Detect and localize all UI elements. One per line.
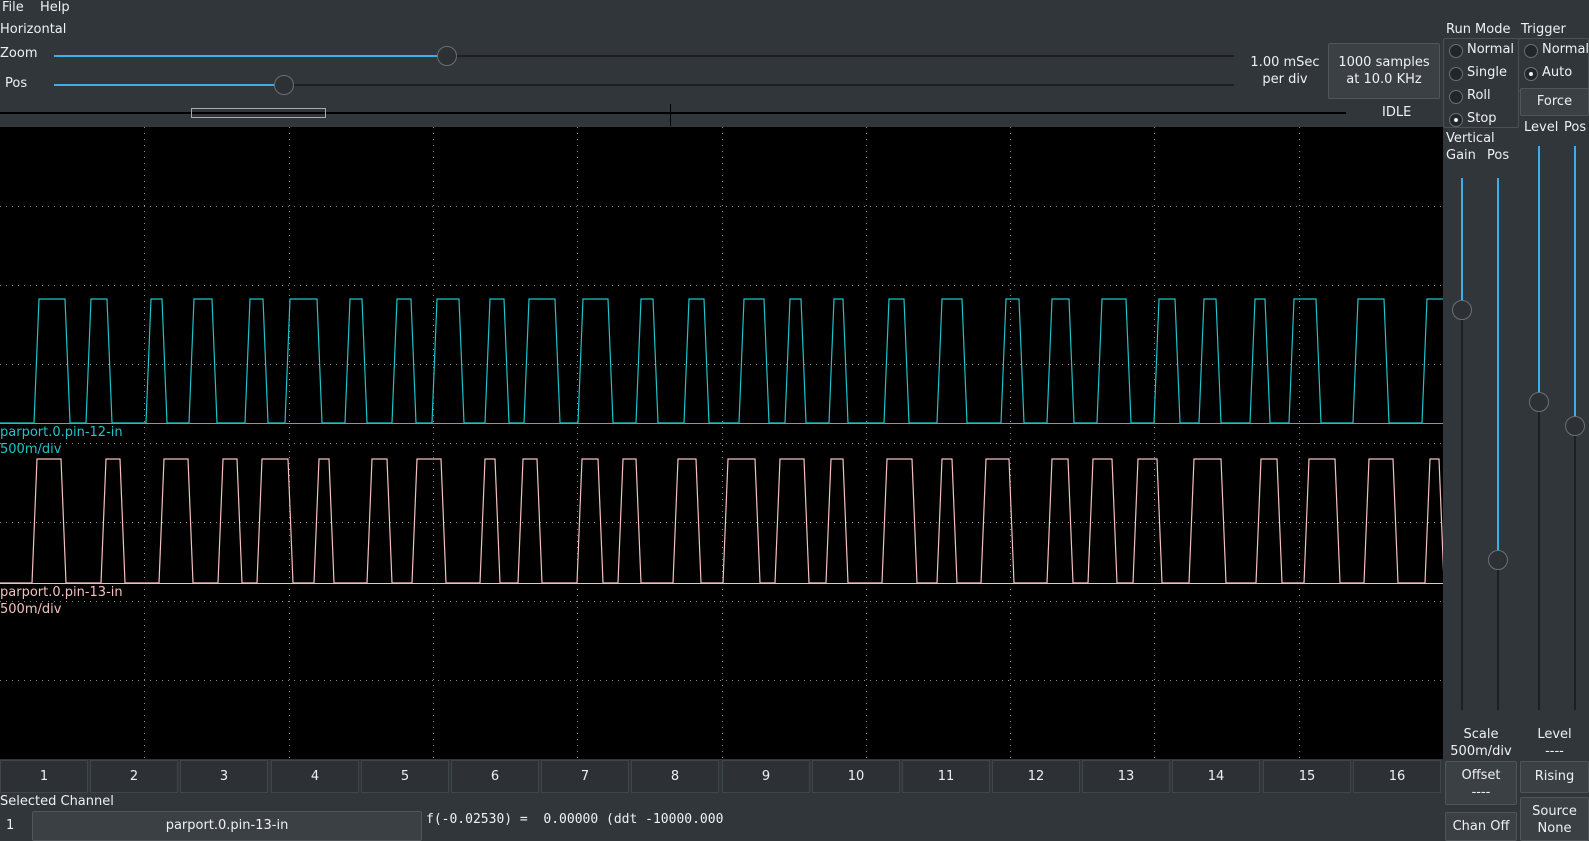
channel-button-14[interactable]: 14 (1172, 760, 1260, 793)
menu-help[interactable]: Help (40, 0, 70, 15)
trigger-pos-label: Pos (1564, 120, 1587, 135)
channel-button-4[interactable]: 4 (271, 760, 359, 793)
trace-scale-pin12: 500m/div (0, 442, 62, 457)
scope-traces (0, 127, 1443, 759)
menu-bar: File Help (0, 0, 1589, 18)
horizontal-title: Horizontal (0, 22, 67, 37)
radio-trigger-auto[interactable] (1524, 67, 1538, 81)
selected-channel-name-button[interactable]: parport.0.pin-13-in (32, 811, 422, 841)
radio-trigger-auto-label[interactable]: Auto (1542, 65, 1572, 80)
selected-channel-number: 1 (6, 818, 15, 833)
trigger-level-label: Level (1524, 120, 1559, 135)
channel-button-5[interactable]: 5 (361, 760, 449, 793)
selected-channel-title: Selected Channel (0, 794, 114, 809)
pos-label: Pos (5, 76, 28, 91)
zoom-label: Zoom (0, 46, 38, 61)
vertical-gain-label: Gain (1446, 148, 1476, 163)
radio-run-stop[interactable] (1449, 113, 1463, 127)
force-trigger-button[interactable]: Force (1520, 88, 1589, 116)
menu-file[interactable]: File (2, 0, 24, 15)
radio-trigger-normal-label[interactable]: Normal (1542, 42, 1589, 57)
zoom-slider[interactable] (54, 46, 1234, 66)
pos-slider-handle[interactable] (274, 75, 294, 95)
trace-pin12 (0, 298, 1443, 424)
vertical-gain-handle[interactable] (1452, 300, 1472, 320)
channel-button-8[interactable]: 8 (631, 760, 719, 793)
radio-run-single[interactable] (1449, 67, 1463, 81)
trigger-title: Trigger (1521, 22, 1566, 37)
trace-pin13 (0, 458, 1443, 584)
channel-button-13[interactable]: 13 (1082, 760, 1170, 793)
trigger-source-button[interactable]: Source None (1520, 797, 1589, 841)
channel-button-12[interactable]: 12 (992, 760, 1080, 793)
channel-button-16[interactable]: 16 (1353, 760, 1441, 793)
radio-run-single-label[interactable]: Single (1467, 65, 1507, 80)
channel-button-9[interactable]: 9 (722, 760, 810, 793)
value-readout: f(-0.02530) = 0.00000 (ddt -10000.000 (426, 812, 724, 827)
channel-button-3[interactable]: 3 (180, 760, 268, 793)
trigger-level-handle[interactable] (1529, 392, 1549, 412)
vertical-scale-readout: Scale 500m/div (1450, 727, 1512, 759)
samples-button[interactable]: 1000 samples at 10.0 KHz (1328, 43, 1440, 99)
radio-run-stop-label[interactable]: Stop (1467, 111, 1497, 126)
radio-run-roll[interactable] (1449, 90, 1463, 104)
radio-run-normal[interactable] (1449, 44, 1463, 58)
offset-button[interactable]: Offset ---- (1445, 761, 1517, 805)
vertical-title: Vertical (1446, 131, 1495, 146)
trace-name-pin12: parport.0.pin-12-in (0, 425, 123, 440)
pos-slider[interactable] (54, 75, 1234, 95)
chan-off-button[interactable]: Chan Off (1445, 812, 1517, 841)
trigger-marker (670, 104, 671, 126)
trigger-pos-slider[interactable] (1565, 146, 1585, 710)
channel-button-7[interactable]: 7 (541, 760, 629, 793)
trigger-level-slider[interactable] (1529, 146, 1549, 710)
vertical-gain-slider[interactable] (1452, 178, 1472, 710)
trace-scale-pin13: 500m/div (0, 602, 62, 617)
channel-button-10[interactable]: 10 (812, 760, 900, 793)
radio-run-roll-label[interactable]: Roll (1467, 88, 1491, 103)
channel-button-2[interactable]: 2 (90, 760, 178, 793)
radio-trigger-normal[interactable] (1524, 44, 1538, 58)
channel-button-6[interactable]: 6 (451, 760, 539, 793)
vertical-pos-slider[interactable] (1488, 178, 1508, 710)
vertical-pos-label: Pos (1487, 148, 1510, 163)
trace-name-pin13: parport.0.pin-13-in (0, 585, 123, 600)
channel-button-11[interactable]: 11 (902, 760, 990, 793)
trigger-pos-handle[interactable] (1565, 416, 1585, 436)
trace-label-pin13: parport.0.pin-13-in 500m/div (0, 584, 123, 618)
channel-button-1[interactable]: 1 (0, 760, 88, 793)
scope-display[interactable]: parport.0.pin-12-in 500m/div parport.0.p… (0, 127, 1443, 759)
run-mode-title: Run Mode (1446, 22, 1511, 37)
status-label: IDLE (1382, 105, 1412, 120)
vertical-pos-handle[interactable] (1488, 550, 1508, 570)
trace-label-pin12: parport.0.pin-12-in 500m/div (0, 424, 123, 458)
view-window-marker[interactable] (191, 108, 326, 118)
radio-run-normal-label[interactable]: Normal (1467, 42, 1514, 57)
time-per-div: 1.00 mSec per div (1250, 55, 1320, 87)
zoom-slider-handle[interactable] (437, 46, 457, 66)
trigger-edge-button[interactable]: Rising (1520, 761, 1589, 793)
channel-button-15[interactable]: 15 (1263, 760, 1351, 793)
trigger-level-readout: Level ---- (1537, 727, 1572, 759)
record-overview[interactable]: IDLE (0, 104, 1443, 126)
scope-grid (0, 127, 1443, 759)
